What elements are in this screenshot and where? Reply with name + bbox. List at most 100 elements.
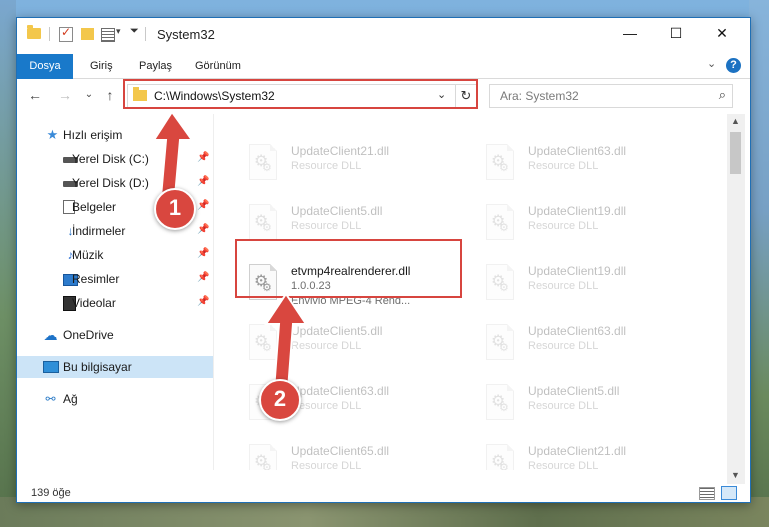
close-button[interactable]: ✕ [699,18,745,48]
address-highlight-box [123,79,478,109]
file-type: Resource DLL [528,220,599,232]
item-count: 139 öğe [31,487,71,499]
file-item[interactable]: ⚙⚙ UpdateClient63.dll Resource DLL [478,318,708,370]
star-icon: ★ [46,127,59,142]
computer-icon [43,361,59,373]
forward-button[interactable]: → [55,85,75,105]
sidebar-item-label: Yerel Disk (C:) [72,152,149,166]
file-name: UpdateClient21.dll [291,144,390,158]
title-bar: ▾ ⏷ System32 — ☐ ✕ [17,18,750,50]
sidebar-item-label: OneDrive [63,328,114,342]
dll-file-icon: ⚙⚙ [486,324,514,360]
sidebar-item-label: Resimler [72,272,120,286]
dll-file-icon: ⚙⚙ [249,444,277,470]
new-folder-icon[interactable] [81,28,94,40]
file-name: UpdateClient21.dll [528,444,627,458]
file-type: Resource DLL [528,280,599,292]
window-title: System32 [157,27,215,42]
file-type: Resource DLL [291,220,362,232]
search-input[interactable]: Ara: System32 [500,89,579,103]
desktop-background-left [0,0,16,527]
dll-file-icon: ⚙⚙ [486,444,514,470]
separator [145,27,146,41]
file-name: UpdateClient65.dll [291,444,390,458]
file-item[interactable]: ⚙ ⚙ UpdateClient19.dll Resource DLL [478,258,708,310]
pin-icon[interactable]: 📌 [197,296,209,307]
file-name: UpdateClient5.dll [528,384,620,398]
sidebar-item-label: Müzik [72,248,104,262]
file-type: Resource DLL [291,160,362,172]
pin-icon[interactable]: 📌 [197,272,209,283]
dll-file-icon: ⚙⚙ [486,204,514,240]
ribbon-tabs: Dosya Giriş Paylaş Görünüm ⌄ ? [17,54,750,106]
scroll-down-icon[interactable]: ▼ [731,470,740,480]
sidebar-item-bu-bilgisayar[interactable]: Bu bilgisayar [17,356,213,378]
desktop-background-right [749,0,769,527]
help-icon[interactable]: ? [726,58,741,73]
quick-access-dropdown-icon[interactable]: ▾ [116,26,121,37]
file-type: Resource DLL [528,400,599,412]
pin-icon[interactable]: 📌 [197,248,209,259]
file-item[interactable]: ⚙ ⚙ UpdateClient65.dll Resource DLL [241,438,471,470]
separator [49,27,50,41]
folder-icon [27,25,41,39]
details-view-icon[interactable] [699,487,715,500]
file-type: Resource DLL [291,460,362,470]
ribbon-expand-icon[interactable]: ⌄ [707,57,716,70]
file-item[interactable]: ⚙⚙ UpdateClient63.dll Resource DLL [478,138,708,190]
status-bar: 139 öğe [17,484,750,502]
dll-file-icon: ⚙⚙ [486,264,514,300]
sidebar-item-label: Hızlı erişim [63,128,123,142]
file-type: Resource DLL [291,400,362,412]
sidebar-item-onedrive[interactable]: ☁ OneDrive [17,324,213,346]
back-button[interactable]: ← [25,85,45,105]
sidebar-item-label: Belgeler [72,200,117,214]
sidebar-item-ağ[interactable]: ⚯ Ağ [17,388,213,410]
dll-file-icon: ⚙⚙ [249,204,277,240]
tab-view[interactable]: Görünüm [193,54,243,78]
sidebar-item-videolar[interactable]: Videolar 📌 [17,292,213,314]
sidebar-item-label: Bu bilgisayar [63,360,132,374]
vertical-scrollbar[interactable]: ▲ ▼ [727,114,745,486]
cloud-icon: ☁ [43,327,58,343]
recent-locations-button[interactable]: ⌄ [79,85,99,105]
file-item[interactable]: ⚙ ⚙ UpdateClient21.dll Resource DLL [478,438,708,470]
search-icon: ⌕ [718,87,726,102]
tab-share[interactable]: Paylaş [137,54,174,78]
file-item[interactable]: ⚙ ⚙ UpdateClient5.dll Resource DLL [478,378,708,430]
file-type: Resource DLL [528,460,599,470]
file-item[interactable]: ⚙ ⚙ UpdateClient19.dll Resource DLL [478,198,708,250]
file-explorer-window: ▾ ⏷ System32 — ☐ ✕ Dosya Giriş Paylaş Gö… [16,17,751,503]
tab-home[interactable]: Giriş [88,54,115,78]
sidebar-item-resimler[interactable]: Resimler 📌 [17,268,213,290]
file-name: UpdateClient63.dll [528,324,627,338]
file-type: Resource DLL [528,160,599,172]
scrollbar-thumb[interactable] [730,132,741,174]
file-name: UpdateClient63.dll [528,144,627,158]
dll-file-icon: ⚙⚙ [486,384,514,420]
customize-toolbar-icon[interactable]: ⏷ [130,25,139,38]
large-icons-view-icon[interactable] [721,486,737,500]
pin-icon[interactable]: 📌 [197,224,209,235]
file-name: UpdateClient19.dll [528,264,627,278]
file-name: UpdateClient19.dll [528,204,627,218]
sidebar-item-label: Ağ [63,392,78,406]
file-type: Resource DLL [528,340,599,352]
file-name: UpdateClient5.dll [291,204,383,218]
step-badge-2: 2 [259,379,301,421]
minimize-button[interactable]: — [607,18,653,48]
dll-file-icon: ⚙⚙ [249,144,277,180]
sidebar-item-label: Yerel Disk (D:) [72,176,149,190]
sidebar-item-müzik[interactable]: ♪ Müzik 📌 [17,244,213,266]
up-button[interactable]: ↑ [100,85,120,105]
scroll-up-icon[interactable]: ▲ [731,116,740,126]
search-box[interactable]: Ara: System32 ⌕ [489,84,733,108]
quick-access-properties-icon[interactable] [59,25,73,42]
quick-access-list-icon[interactable] [101,28,115,42]
step-badge-1: 1 [154,188,196,230]
network-icon: ⚯ [45,392,56,406]
file-item[interactable]: ⚙ ⚙ UpdateClient21.dll Resource DLL [241,138,471,190]
maximize-button[interactable]: ☐ [653,18,699,48]
sidebar-item-label: Videolar [72,296,116,310]
dll-file-icon: ⚙⚙ [486,144,514,180]
